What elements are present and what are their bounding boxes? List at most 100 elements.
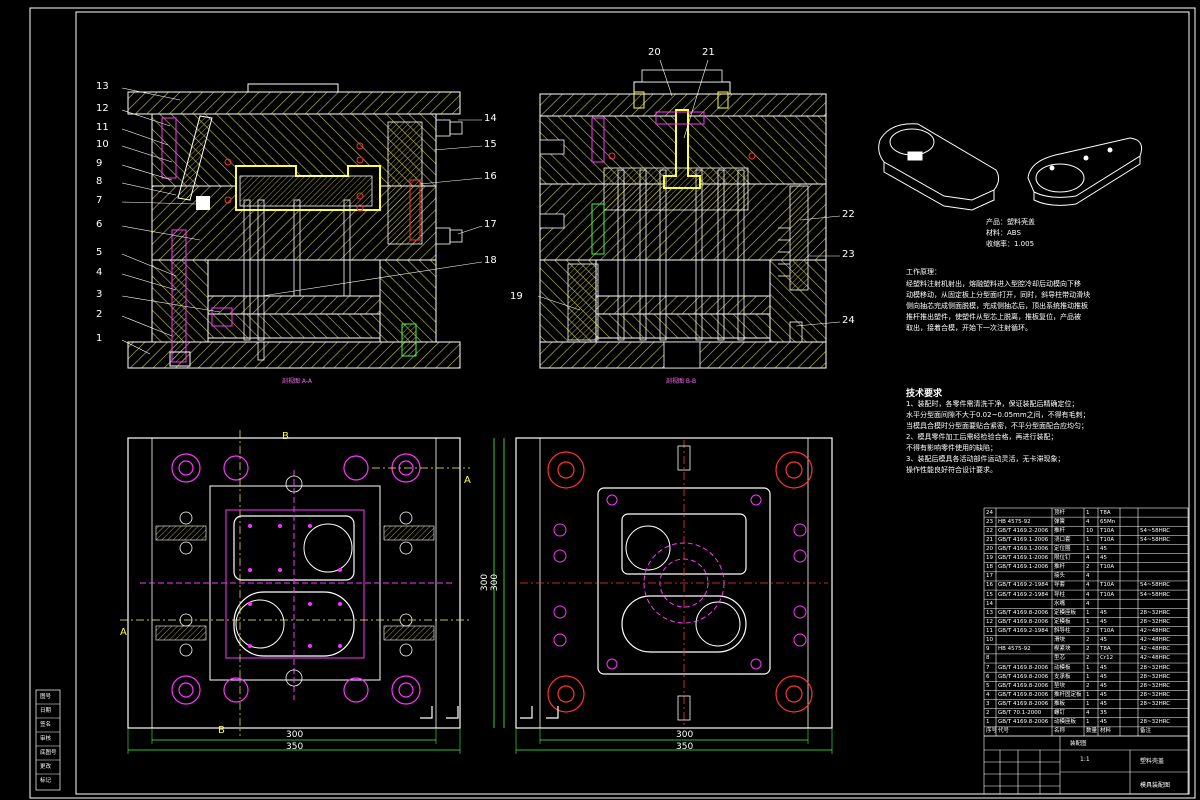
bom-cell-name: 导套 xyxy=(1054,582,1066,589)
bom-cell-qty: 1 xyxy=(1086,691,1090,698)
bom-cell-qty: 4 xyxy=(1086,518,1090,525)
bom-cell-qty: 1 xyxy=(1086,509,1090,516)
working-principle-line: 推杆推出塑件，使塑件从型芯上脱离，推板复位，产品被 xyxy=(906,313,1081,321)
bom-cell-qty: 1 xyxy=(1086,545,1090,552)
bom-cell-code: HB 4575-92 xyxy=(998,518,1031,525)
part-number: 1 xyxy=(96,333,103,344)
section-b-view xyxy=(539,69,827,369)
bom-cell-note: 54~58HRC xyxy=(1140,582,1171,589)
bom-cell-note: 28~32HRC xyxy=(1140,719,1171,726)
left-strip-cell: 标记 xyxy=(40,778,52,784)
working-principle-line: 侧向抽芯完成侧面脱模，完成侧抽芯后，顶出系统推动推板 xyxy=(906,302,1088,310)
bom-header-mat: 材料 xyxy=(1100,728,1112,735)
bom-cell-no: 4 xyxy=(986,691,990,698)
bom-cell-no: 16 xyxy=(986,582,993,589)
bom-cell-code: GB/T 4169.8-2006 xyxy=(998,609,1049,616)
bom-cell-code: GB/T 4169.1-2006 xyxy=(998,545,1049,552)
part-number: 3 xyxy=(96,289,103,300)
product-name: 产品：塑料壳盖 xyxy=(986,218,1035,226)
project-name: 塑料壳盖 xyxy=(1140,758,1165,765)
tech-requirement-line: 2、模具零件加工后需经检验合格，再进行装配； xyxy=(906,433,1058,441)
working-principle-heading: 工作原理： xyxy=(906,268,941,276)
bom-cell-qty: 1 xyxy=(1086,719,1090,726)
section-a-view xyxy=(127,83,463,369)
bom-header-note: 备注 xyxy=(1140,728,1152,735)
part-number: 14 xyxy=(484,113,497,124)
bom-cell-code: GB/T 4169.8-2006 xyxy=(998,691,1049,698)
bom-cell-qty: 1 xyxy=(1086,536,1090,543)
bom-cell-no: 22 xyxy=(986,527,993,534)
part-number: 8 xyxy=(96,176,103,187)
part-number: 2 xyxy=(96,309,103,320)
bom-header-qty: 数量 xyxy=(1086,728,1098,735)
bom-cell-note: 54~58HRC xyxy=(1140,527,1171,534)
bom-cell-no: 15 xyxy=(986,591,993,598)
bom-cell-mat: T10A xyxy=(1100,527,1115,534)
bom-cell-no: 7 xyxy=(986,664,990,671)
bom-cell-qty: 4 xyxy=(1086,591,1090,598)
bom-cell-code: GB/T 4169.8-2006 xyxy=(998,682,1049,689)
part-number: 17 xyxy=(484,219,497,230)
bom-cell-code: GB/T 4169.8-2006 xyxy=(998,673,1049,680)
left-strip-cell: 日期 xyxy=(40,708,52,714)
bom-cell-qty: 1 xyxy=(1086,664,1090,671)
bom-cell-note: 28~32HRC xyxy=(1140,664,1171,671)
part-number: 21 xyxy=(702,47,715,58)
bom-cell-qty: 4 xyxy=(1086,600,1090,607)
bom-cell-note: 42~48HRC xyxy=(1140,655,1171,662)
bom-header-code: 代号 xyxy=(998,728,1010,735)
part-number: 24 xyxy=(842,315,855,326)
bom-cell-mat: Cr12 xyxy=(1100,655,1114,662)
bom-cell-note: 28~32HRC xyxy=(1140,701,1171,708)
bom-cell-code: GB/T 4169.2-2006 xyxy=(998,527,1049,534)
bom-cell-qty: 2 xyxy=(1086,637,1090,644)
bom-cell-code: GB/T 4169.2-1984 xyxy=(998,582,1049,589)
bom-cell-name: 推杆固定板 xyxy=(1054,691,1082,698)
bom-cell-qty: 2 xyxy=(1086,564,1090,571)
left-strip-cell: 签名 xyxy=(40,722,52,728)
bom-cell-no: 8 xyxy=(986,655,990,662)
bom-cell-no: 3 xyxy=(986,701,990,708)
part-number: 23 xyxy=(842,249,855,260)
plan-view-right xyxy=(503,437,833,754)
dim-height-right: 300 xyxy=(490,573,501,592)
bom-cell-qty: 1 xyxy=(1086,701,1090,708)
bom-cell-code: GB/T 4169.1-2006 xyxy=(998,564,1049,571)
bom-cell-no: 17 xyxy=(986,573,993,580)
bom-cell-qty: 4 xyxy=(1086,573,1090,580)
bom-cell-mat: T10A xyxy=(1100,582,1115,589)
cut-mark-a: A xyxy=(464,475,471,486)
drawing-name: 模具装配图 xyxy=(1140,782,1171,789)
bom-cell-mat: T8A xyxy=(1100,646,1111,653)
bom-cell-qty: 1 xyxy=(1086,673,1090,680)
part-number: 7 xyxy=(96,195,103,206)
working-principle-line: 动模移动，从固定板上分型面I打开，同时，斜导柱带动滑块 xyxy=(906,291,1091,299)
bom-cell-code: GB/T 4169.2-1984 xyxy=(998,628,1049,635)
bom-cell-mat: T10A xyxy=(1100,591,1115,598)
bom-cell-qty: 2 xyxy=(1086,655,1090,662)
bom-cell-name: 动模座板 xyxy=(1054,719,1077,726)
bom-cell-note: 42~48HRC xyxy=(1140,628,1171,635)
bom-cell-code: GB/T 4169.8-2006 xyxy=(998,701,1049,708)
bom-cell-note: 42~48HRC xyxy=(1140,637,1171,644)
bom-cell-no: 13 xyxy=(986,609,993,616)
bom-cell-note: 28~32HRC xyxy=(1140,691,1171,698)
part-number: 4 xyxy=(96,267,103,278)
bom-cell-name: 推板 xyxy=(1054,701,1066,708)
bom-cell-code: GB/T 4169.1-2006 xyxy=(998,555,1049,562)
bom-cell-name: 导柱 xyxy=(1054,591,1066,598)
plan-view-left xyxy=(120,430,495,754)
bom-cell-name: 限位钉 xyxy=(1054,555,1071,562)
bom-cell-mat: T8A xyxy=(1100,509,1111,516)
bom-cell-code: GB/T 4169.8-2006 xyxy=(998,664,1049,671)
working-principle-line: 经塑料注射机射出，熔融塑料进入型腔冷却后动模向下移 xyxy=(906,280,1081,288)
bom-header-no: 序号 xyxy=(986,728,998,735)
part-number: 13 xyxy=(96,81,109,92)
bom-cell-name: 接头 xyxy=(1054,573,1066,580)
bom-cell-note: 42~48HRC xyxy=(1140,646,1171,653)
bom-cell-qty: 4 xyxy=(1086,582,1090,589)
left-strip-cell: 更改 xyxy=(40,764,52,770)
bom-cell-qty: 1 xyxy=(1086,609,1090,616)
bom-cell-qty: 2 xyxy=(1086,682,1090,689)
product-shrink: 收缩率：1.005 xyxy=(986,240,1035,248)
